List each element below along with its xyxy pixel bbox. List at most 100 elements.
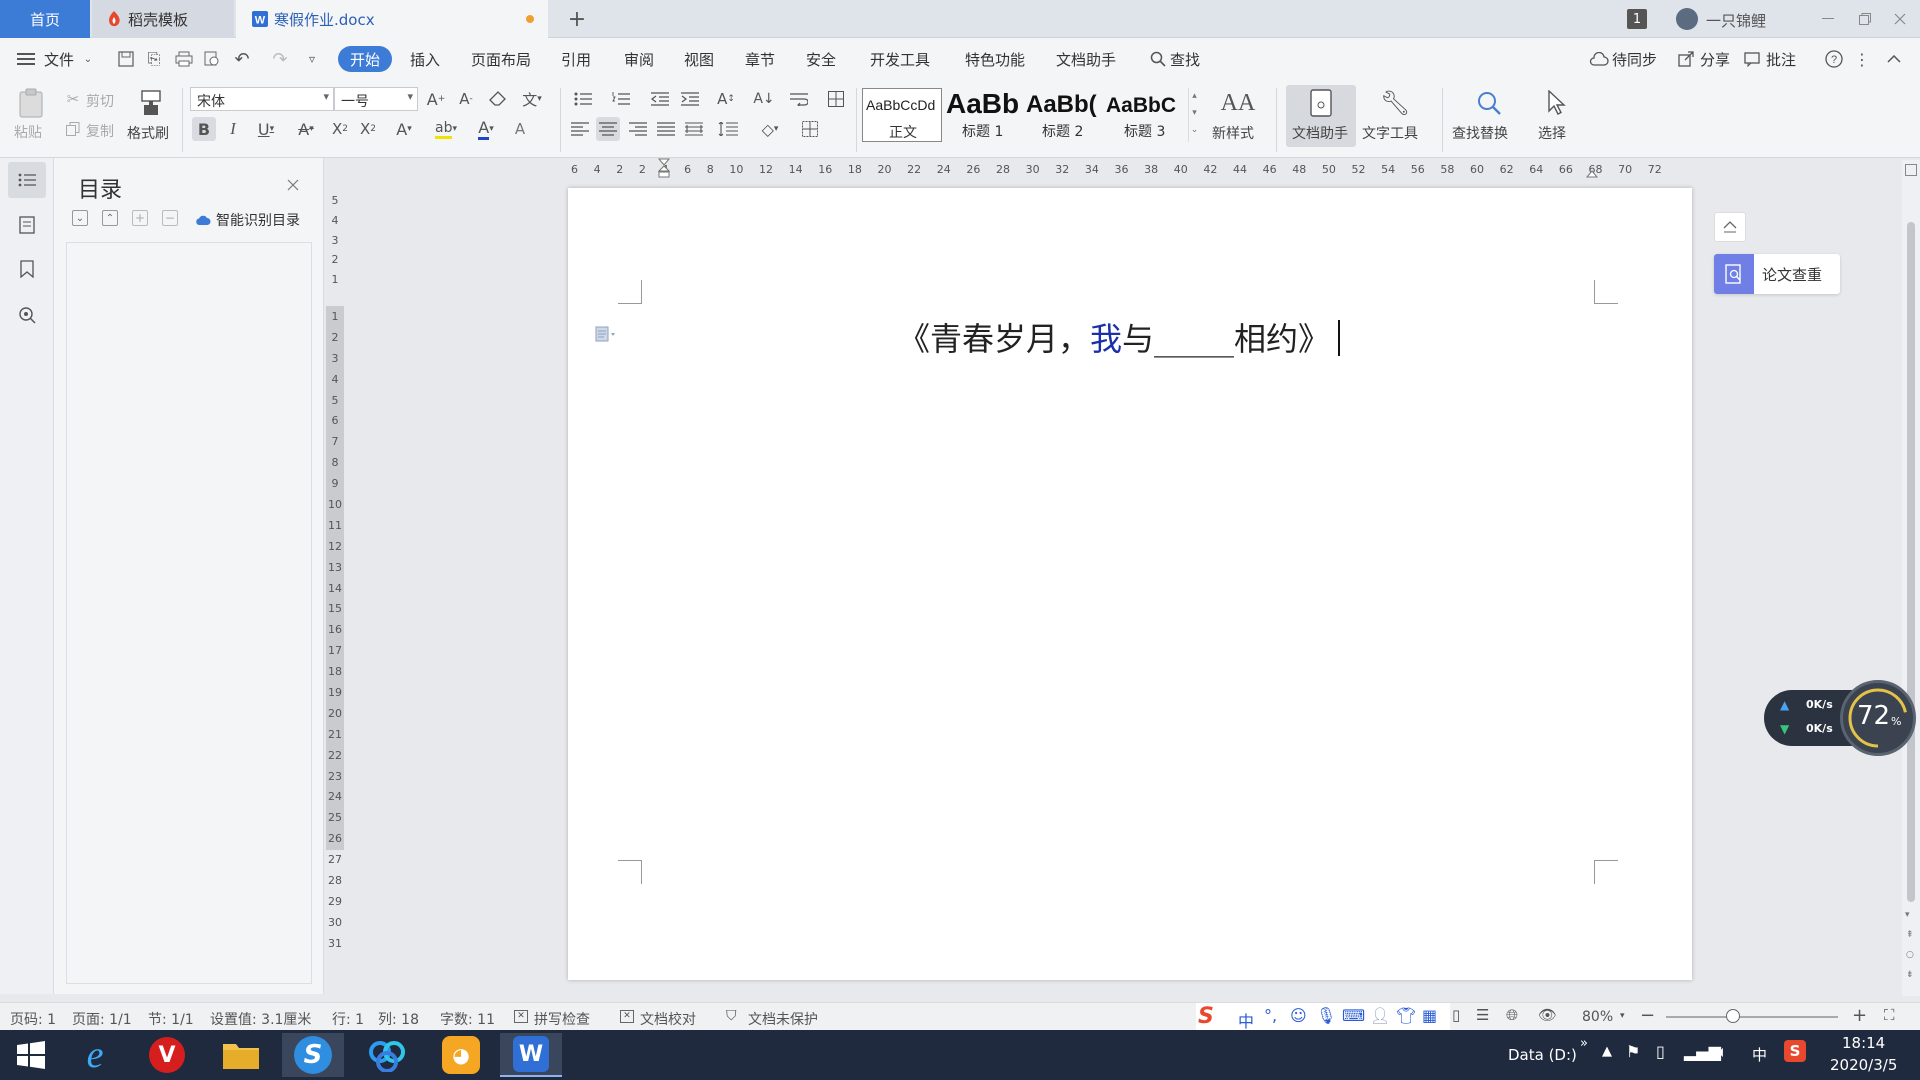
close-icon[interactable] — [284, 176, 302, 194]
scroll-down-icon[interactable]: ▾ — [1905, 910, 1910, 920]
drive-label[interactable]: Data (D:) — [1508, 1046, 1577, 1064]
new-style-icon[interactable]: AA — [1221, 88, 1256, 118]
bookmark-icon[interactable] — [16, 258, 38, 280]
file-explorer-icon[interactable] — [210, 1033, 272, 1077]
status-page-number[interactable]: 页码: 1 — [10, 1009, 56, 1029]
tray-device-icon[interactable]: ▯ — [1656, 1042, 1665, 1061]
menu-special-features[interactable]: 特色功能 — [965, 49, 1025, 70]
tray-flag-icon[interactable]: ⚑ — [1626, 1042, 1640, 1061]
text-effect-icon[interactable]: A ▾ — [388, 117, 420, 141]
paste-label[interactable]: 粘贴 — [14, 122, 42, 142]
chapter-icon[interactable] — [16, 214, 38, 236]
menu-doc-assistant[interactable]: 文档助手 — [1056, 49, 1116, 70]
text-tools-label[interactable]: 文字工具 — [1362, 123, 1418, 143]
memory-usage-gauge[interactable]: 72 % — [1840, 680, 1916, 756]
menu-review[interactable]: 审阅 — [624, 49, 654, 70]
collapse-all-icon[interactable]: ⌃ — [102, 210, 118, 226]
line-spacing-icon[interactable] — [712, 117, 744, 141]
ime-mode[interactable]: 中 — [1238, 1008, 1254, 1032]
vertical-scrollbar[interactable]: ▾ ⇞ ○ ⇟ — [1902, 160, 1920, 996]
grow-font-icon[interactable]: A + — [424, 88, 448, 110]
find-replace-icon[interactable] — [1474, 88, 1504, 118]
cloud-sync-icon[interactable] — [1588, 49, 1610, 69]
zoom-in-icon[interactable]: + — [1852, 1005, 1867, 1026]
style-heading-3[interactable]: AaBbC 标题 3 — [1106, 88, 1186, 142]
tray-signal-icon[interactable]: ▂▄▆ — [1684, 1042, 1721, 1061]
scissors-icon[interactable]: ✂ — [64, 90, 82, 108]
prev-page-icon[interactable]: ⇞ — [1906, 930, 1914, 940]
ime-emoji-icon[interactable]: ☺ — [1290, 1006, 1307, 1025]
avatar[interactable] — [1676, 8, 1698, 30]
format-painter-icon[interactable] — [134, 86, 168, 120]
next-page-icon[interactable]: ⇟ — [1906, 970, 1914, 980]
save-icon[interactable] — [116, 49, 136, 69]
annotate-icon[interactable] — [1742, 49, 1762, 69]
table-grid-icon[interactable] — [824, 88, 848, 110]
highlight-icon[interactable]: ab ▾ — [428, 117, 464, 141]
sync-status[interactable]: 待同步 — [1612, 49, 1657, 70]
fullscreen-icon[interactable]: ⛶ — [1884, 1006, 1895, 1024]
collapse-ribbon-icon[interactable] — [1884, 49, 1904, 69]
align-center-icon[interactable] — [596, 117, 620, 141]
document-title[interactable]: 《青春岁月，我与_____相约》 — [898, 314, 1378, 358]
select-label[interactable]: 选择 — [1538, 123, 1566, 143]
status-setting[interactable]: 设置值: 3.1厘米 — [210, 1009, 311, 1029]
format-painter-label[interactable]: 格式刷 — [127, 123, 169, 143]
indent-marker[interactable] — [658, 158, 670, 180]
find-in-doc-icon[interactable] — [16, 304, 38, 326]
zoom-level[interactable]: 80% — [1582, 1009, 1613, 1025]
status-column[interactable]: 列: 18 — [378, 1009, 419, 1029]
undo-icon[interactable]: ↶ — [232, 49, 252, 70]
wps-writer-icon[interactable]: W — [500, 1033, 562, 1077]
font-name-select[interactable]: 宋体 ▾ — [190, 87, 334, 111]
menu-chapter[interactable]: 章节 — [745, 49, 775, 70]
clear-format-icon[interactable] — [486, 88, 510, 110]
tab-home[interactable]: 首页 — [0, 0, 90, 38]
cut-label[interactable]: 剪切 — [86, 91, 114, 111]
vertical-ruler[interactable]: 54321 1 2 3 4 5 6 7 8 9 10 11 12 13 14 15 16 17 18 19 20 21 2… — [326, 190, 344, 960]
shading-icon[interactable]: ◇ ▾ — [754, 117, 786, 141]
proofread-button[interactable]: 文档校对 — [640, 1009, 696, 1029]
quick-access-more-icon[interactable]: ▿ — [304, 50, 320, 68]
decrease-indent-icon[interactable] — [648, 88, 672, 110]
paragraph-handle-icon[interactable] — [592, 324, 620, 344]
menu-search[interactable]: 查找 — [1170, 49, 1200, 70]
tab-template[interactable]: 稻壳模板 — [92, 0, 234, 38]
line-break-icon[interactable] — [784, 88, 814, 110]
numbered-list-icon[interactable] — [606, 88, 638, 110]
close-window-icon[interactable] — [1888, 8, 1912, 30]
demote-icon[interactable]: − — [162, 210, 178, 226]
toc-list-icon[interactable] — [8, 162, 46, 198]
sogou-logo-icon[interactable]: S — [1198, 1004, 1214, 1029]
clock-time[interactable]: 18:14 — [1842, 1034, 1885, 1052]
vivaldi-icon[interactable]: V — [136, 1033, 198, 1077]
copy-label[interactable]: 复制 — [86, 121, 114, 141]
page-nav-icon[interactable] — [1905, 164, 1917, 176]
increase-indent-icon[interactable] — [678, 88, 702, 110]
new-style-label[interactable]: 新样式 — [1212, 123, 1254, 143]
status-row[interactable]: 行: 1 — [332, 1009, 364, 1029]
spell-check-button[interactable]: 拼写检查 — [534, 1009, 590, 1029]
outline-view-icon[interactable]: ☰ — [1476, 1006, 1489, 1024]
menu-view[interactable]: 视图 — [684, 49, 714, 70]
tab-document[interactable]: W 寒假作业.docx — [236, 0, 548, 38]
plagiarism-check-button[interactable]: 论文查重 — [1714, 254, 1840, 294]
paste-icon[interactable] — [14, 86, 48, 120]
tray-expand-icon[interactable]: ▲ — [1602, 1044, 1612, 1059]
align-right-icon[interactable] — [626, 117, 650, 141]
char-shading-icon[interactable]: A — [508, 117, 532, 141]
minimize-icon[interactable] — [1816, 8, 1840, 30]
tray-volume-icon[interactable]: 🔈︎ — [1718, 1042, 1728, 1062]
more-options-icon[interactable]: ⋮ — [1854, 49, 1870, 69]
ime-voice-icon[interactable]: 🎙︎ — [1316, 1006, 1336, 1025]
bold-icon[interactable]: B — [192, 117, 216, 141]
style-heading-1[interactable]: AaBb 标题 1 — [944, 88, 1024, 142]
menu-file[interactable]: 文件 — [44, 49, 74, 70]
menu-start-tab[interactable]: 开始 — [338, 46, 392, 72]
font-color-icon[interactable]: A ▾ — [470, 117, 502, 141]
italic-icon[interactable]: I — [222, 117, 244, 141]
print-icon[interactable] — [174, 49, 194, 69]
double-chevron-icon[interactable]: » — [1580, 1036, 1588, 1051]
promote-icon[interactable]: + — [132, 210, 148, 226]
menu-developer[interactable]: 开发工具 — [870, 49, 930, 70]
